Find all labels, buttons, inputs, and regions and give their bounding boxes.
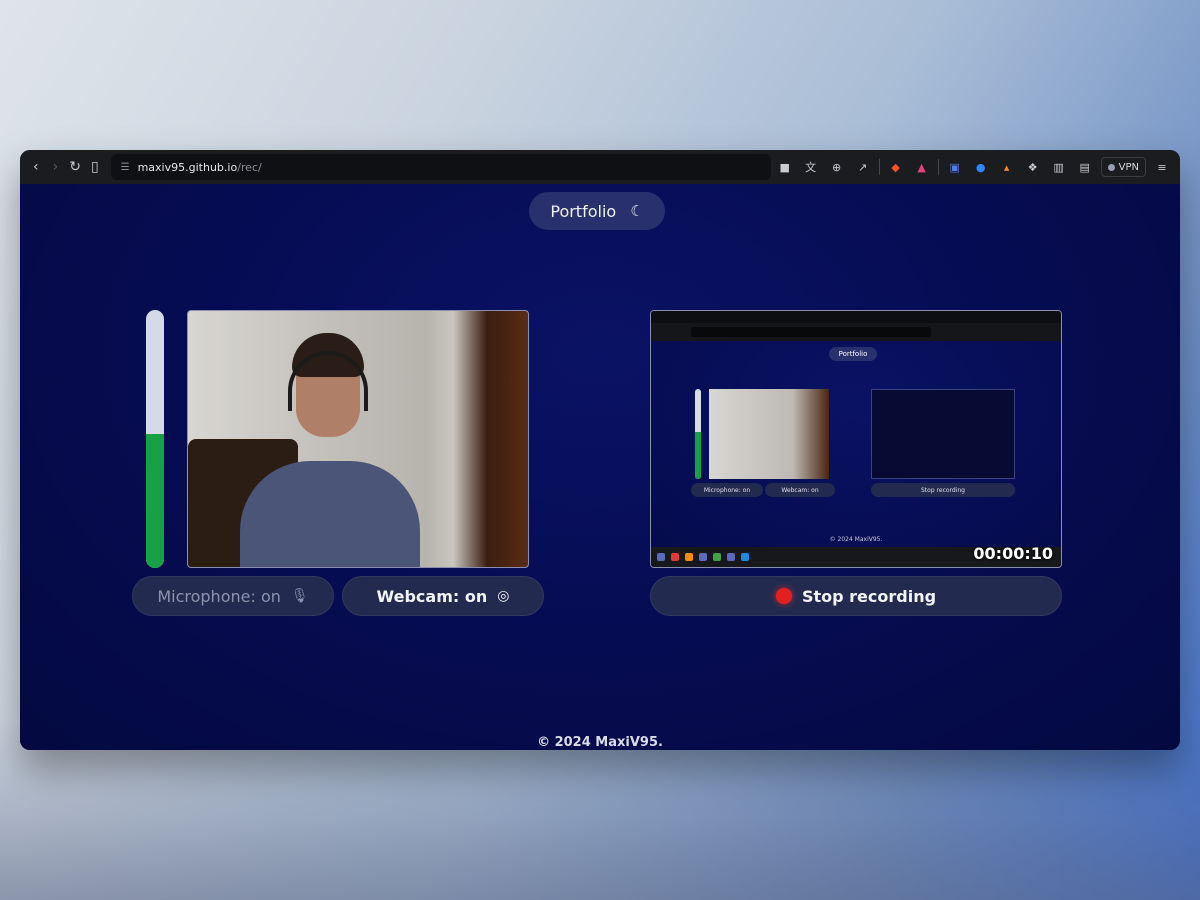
extension-icon[interactable]: ● bbox=[971, 157, 991, 177]
toolbar-divider bbox=[937, 159, 939, 175]
rewards-icon[interactable]: ▲ bbox=[912, 157, 932, 177]
menu-icon[interactable]: ≡ bbox=[1152, 157, 1172, 177]
portfolio-button[interactable]: Portfolio ☾ bbox=[529, 192, 665, 230]
vpn-status-icon bbox=[1107, 163, 1115, 171]
mini-page: Portfolio Microphone: on Webcam: on Stop… bbox=[651, 341, 1061, 547]
mini-webcam-button: Webcam: on bbox=[765, 483, 835, 497]
mini-microphone-button: Microphone: on bbox=[691, 483, 763, 497]
mini-footer: © 2024 MaxiV95. bbox=[829, 536, 883, 543]
toolbar-divider bbox=[878, 159, 880, 175]
microphone-level-meter bbox=[146, 310, 164, 568]
microphone-toggle-button[interactable]: Microphone: on 🎙︎ bbox=[132, 576, 334, 616]
camera-icon[interactable]: ■ bbox=[775, 157, 795, 177]
portfolio-label: Portfolio bbox=[550, 201, 617, 221]
webcam-icon: ◎ bbox=[497, 588, 510, 604]
microphone-level-fill bbox=[146, 433, 164, 568]
url-path: /rec/ bbox=[237, 160, 262, 174]
site-settings-icon[interactable]: ☰ bbox=[121, 162, 130, 173]
stop-recording-label: Stop recording bbox=[801, 586, 937, 606]
forward-icon[interactable]: › bbox=[48, 154, 64, 180]
url-host: maxiv95.github.io bbox=[137, 160, 238, 174]
vpn-button[interactable]: VPN bbox=[1100, 157, 1146, 177]
webcam-label: Webcam: on bbox=[376, 586, 488, 606]
brave-shield-icon[interactable]: ◆ bbox=[886, 157, 906, 177]
puzzle-icon[interactable]: ❖ bbox=[1023, 157, 1043, 177]
recording-timer: 00:00:10 bbox=[973, 544, 1053, 563]
mini-recording bbox=[871, 389, 1015, 479]
moon-icon[interactable]: ☾ bbox=[630, 202, 643, 220]
toolbar-icons: ■ 文 ⊕ ↗ ◆ ▲ ▣ ● ▴ ❖ ▥ ▤ VPN ≡ bbox=[775, 157, 1172, 177]
mini-browser-bar bbox=[651, 311, 1061, 341]
mini-webcam bbox=[709, 389, 829, 479]
mini-portfolio-pill: Portfolio bbox=[829, 347, 877, 361]
translate-icon[interactable]: 文 bbox=[801, 157, 821, 177]
bookmark-icon[interactable]: ▯ bbox=[87, 154, 103, 180]
zoom-icon[interactable]: ⊕ bbox=[827, 157, 847, 177]
person-body bbox=[240, 461, 420, 567]
browser-window: ‹ › ↻ ▯ ☰ maxiv95.github.io/rec/ ■ 文 ⊕ ↗… bbox=[20, 150, 1180, 750]
wallet-icon[interactable]: ▤ bbox=[1075, 157, 1095, 177]
webcam-preview bbox=[187, 310, 529, 568]
record-dot-icon bbox=[775, 588, 792, 604]
microphone-icon: 🎙︎ bbox=[290, 588, 309, 604]
webcam-toggle-button[interactable]: Webcam: on ◎ bbox=[342, 576, 544, 616]
sidebar-icon[interactable]: ▥ bbox=[1049, 157, 1069, 177]
recording-preview: Portfolio Microphone: on Webcam: on Stop… bbox=[650, 310, 1062, 568]
browser-toolbar: ‹ › ↻ ▯ ☰ maxiv95.github.io/rec/ ■ 文 ⊕ ↗… bbox=[20, 150, 1180, 184]
mini-level-meter bbox=[695, 389, 701, 479]
reload-icon[interactable]: ↻ bbox=[67, 154, 83, 180]
mini-stop-button: Stop recording bbox=[871, 483, 1015, 497]
stop-recording-button[interactable]: Stop recording bbox=[650, 576, 1062, 616]
share-icon[interactable]: ↗ bbox=[853, 157, 873, 177]
page-content: Portfolio ☾ Microphone: on 🎙︎ Webcam: on… bbox=[20, 184, 1180, 750]
back-icon[interactable]: ‹ bbox=[28, 154, 44, 180]
microphone-label: Microphone: on bbox=[157, 586, 281, 606]
bitwarden-icon[interactable]: ▣ bbox=[945, 157, 965, 177]
mini-address-bar bbox=[691, 327, 931, 337]
address-bar[interactable]: ☰ maxiv95.github.io/rec/ bbox=[110, 154, 771, 180]
metamask-icon[interactable]: ▴ bbox=[997, 157, 1017, 177]
vpn-label: VPN bbox=[1118, 161, 1139, 173]
footer-copyright: © 2024 MaxiV95. bbox=[537, 735, 663, 750]
